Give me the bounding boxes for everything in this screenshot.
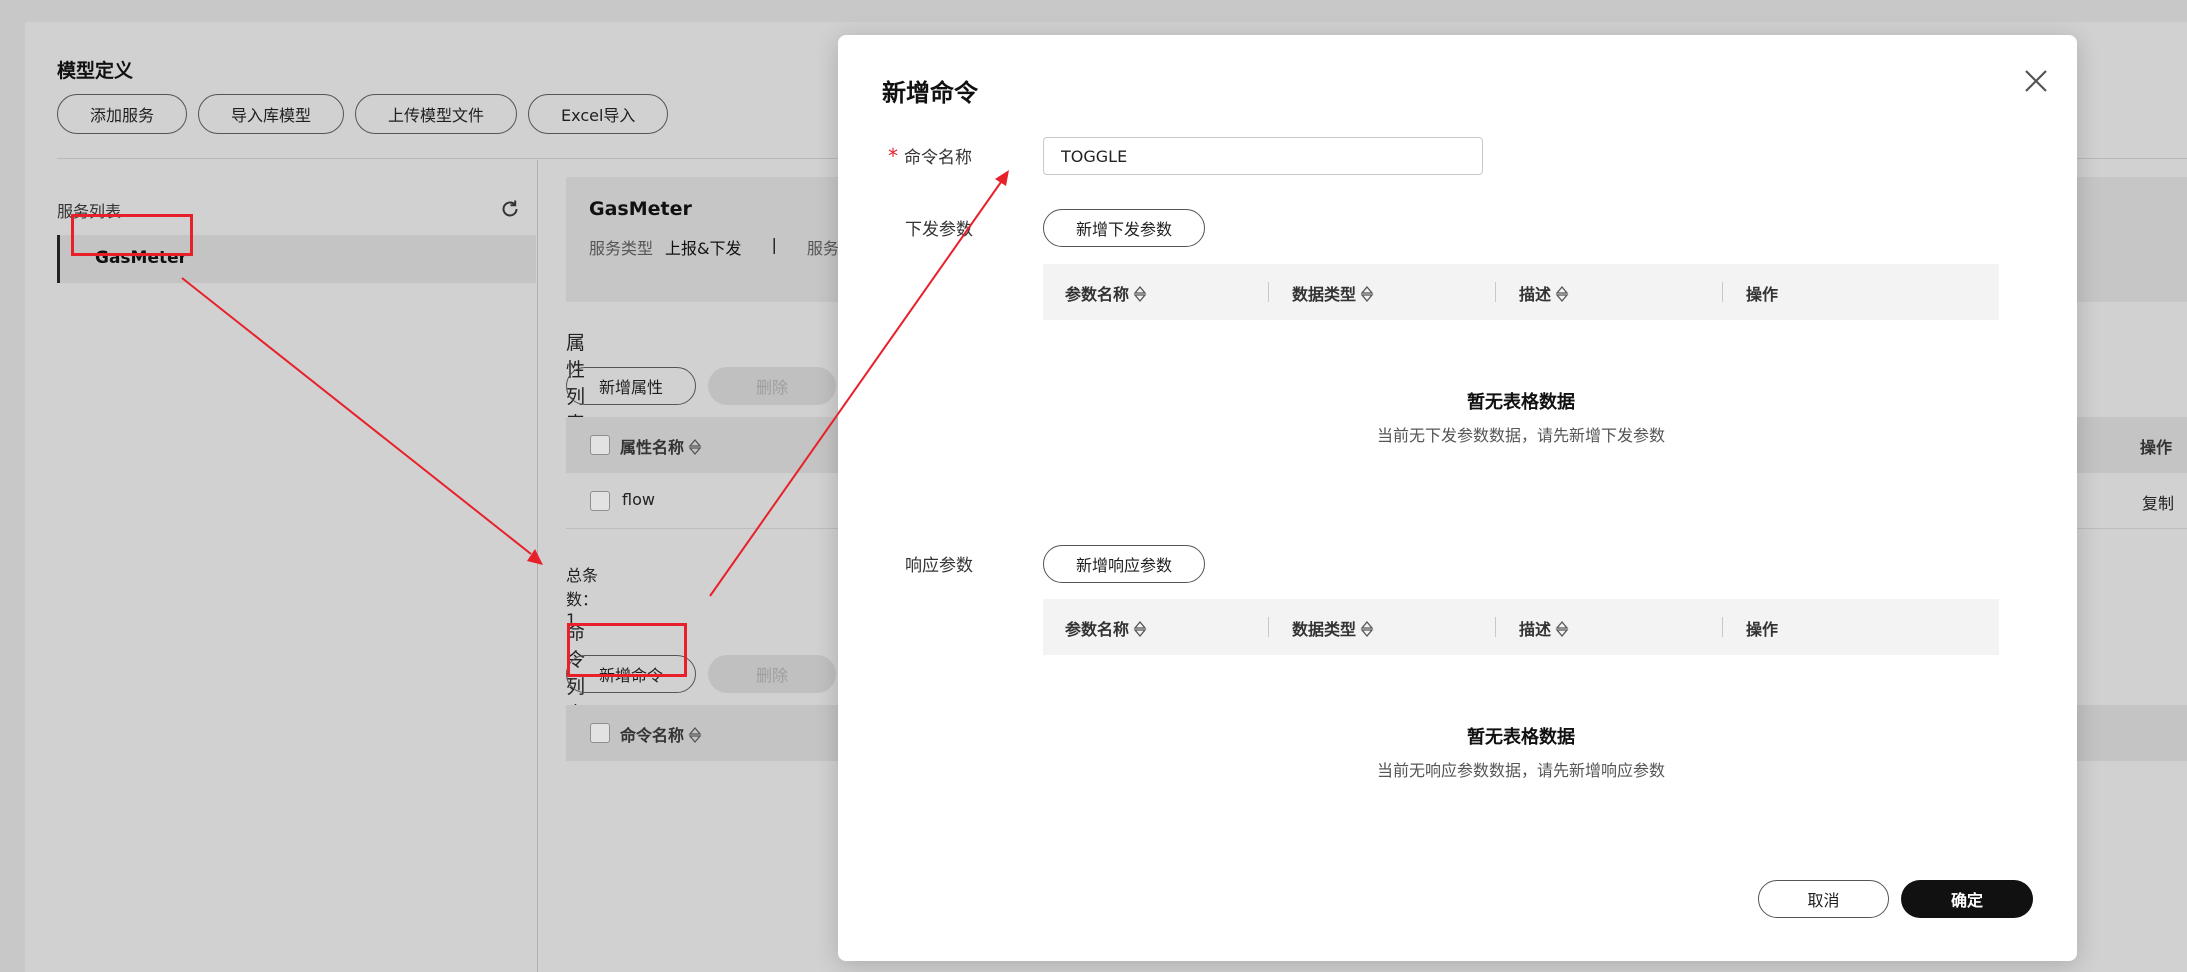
select-all-checkbox[interactable]	[590, 435, 610, 455]
property-ops-column: 操作	[2140, 438, 2173, 457]
send-empty-desc: 当前无下发参数数据，请先新增下发参数	[1376, 426, 1665, 445]
command-name-label: * 命令名称	[888, 143, 972, 168]
sort-icon[interactable]	[688, 439, 702, 455]
command-name-input[interactable]	[1043, 137, 1483, 175]
sort-icon[interactable]	[1555, 286, 1569, 302]
upload-model-file-button[interactable]: 上传模型文件	[355, 94, 518, 134]
property-name-cell: flow	[622, 490, 655, 509]
annotation-box-service	[71, 214, 193, 256]
response-params-label: 响应参数	[905, 556, 973, 576]
param-name-column[interactable]: 参数名称	[1065, 616, 1147, 640]
command-name-column[interactable]: 命令名称	[620, 722, 702, 746]
sort-icon[interactable]	[1360, 621, 1374, 637]
operation-column: 操作	[1746, 620, 1779, 639]
column-label: 数据类型	[1292, 620, 1357, 639]
send-empty-title: 暂无表格数据	[1467, 392, 1575, 413]
delete-property-button[interactable]: 删除	[708, 367, 837, 405]
response-empty-desc: 当前无响应参数数据，请先新增响应参数	[1376, 761, 1665, 780]
column-label: 参数名称	[1065, 285, 1130, 304]
sort-icon[interactable]	[1555, 621, 1569, 637]
service-list-panel: 服务列表 GasMeter	[57, 160, 536, 972]
column-label: 属性名称	[620, 438, 685, 457]
meta-separator: |	[771, 235, 777, 254]
property-name-column[interactable]: 属性名称	[620, 434, 702, 458]
add-service-button[interactable]: 添加服务	[57, 94, 188, 134]
param-name-column[interactable]: 参数名称	[1065, 281, 1147, 305]
column-label: 命令名称	[620, 726, 685, 745]
property-actions: 新增属性 删除	[566, 367, 837, 405]
column-label: 参数名称	[1065, 620, 1130, 639]
sort-icon[interactable]	[1360, 286, 1374, 302]
sort-icon[interactable]	[1133, 286, 1147, 302]
import-library-model-button[interactable]: 导入库模型	[198, 94, 345, 134]
panel-divider	[537, 160, 538, 972]
column-separator	[1495, 282, 1496, 302]
required-mark: *	[888, 144, 898, 168]
dialog-title: 新增命令	[882, 79, 978, 107]
row-checkbox[interactable]	[590, 491, 610, 511]
column-label: 数据类型	[1292, 285, 1357, 304]
service-type-value: 上报&下发	[665, 239, 742, 258]
column-separator	[1722, 282, 1723, 302]
send-params-table-header: 参数名称 数据类型 描述 操作	[1043, 264, 1999, 320]
column-separator	[1722, 617, 1723, 637]
service-name: GasMeter	[589, 198, 692, 220]
operation-column: 操作	[1746, 285, 1779, 304]
excel-import-button[interactable]: Excel导入	[528, 94, 669, 134]
page-title: 模型定义	[57, 60, 134, 82]
close-icon[interactable]	[2022, 67, 2050, 95]
confirm-button[interactable]: 确定	[1901, 880, 2033, 918]
add-send-param-button[interactable]: 新增下发参数	[1043, 209, 1206, 247]
top-toolbar: 添加服务 导入库模型 上传模型文件 Excel导入	[57, 94, 669, 134]
add-response-param-button[interactable]: 新增响应参数	[1043, 545, 1206, 583]
copy-link[interactable]: 复制	[2142, 490, 2174, 514]
description-column[interactable]: 描述	[1519, 281, 1569, 305]
delete-command-button[interactable]: 删除	[708, 655, 837, 693]
column-label: 描述	[1519, 620, 1552, 639]
label-text: 命令名称	[904, 148, 972, 168]
select-all-commands-checkbox[interactable]	[590, 723, 610, 743]
annotation-box-add-command	[567, 623, 687, 677]
column-separator	[1268, 617, 1269, 637]
cancel-button[interactable]: 取消	[1758, 880, 1889, 918]
refresh-icon[interactable]	[499, 198, 521, 220]
service-meta: 服务类型 上报&下发 | 服务描	[589, 235, 855, 259]
data-type-column[interactable]: 数据类型	[1292, 616, 1374, 640]
add-command-dialog: 新增命令 * 命令名称 下发参数 新增下发参数 参数名称 数据类型 描述 操作 暂…	[838, 35, 2077, 961]
add-property-button[interactable]: 新增属性	[566, 367, 697, 405]
data-type-column[interactable]: 数据类型	[1292, 281, 1374, 305]
column-label: 描述	[1519, 285, 1552, 304]
service-type-label: 服务类型	[589, 239, 654, 258]
response-empty-title: 暂无表格数据	[1467, 727, 1575, 748]
column-separator	[1268, 282, 1269, 302]
column-separator	[1495, 617, 1496, 637]
sort-icon[interactable]	[688, 727, 702, 743]
response-params-table-header: 参数名称 数据类型 描述 操作	[1043, 599, 1999, 655]
description-column[interactable]: 描述	[1519, 616, 1569, 640]
sort-icon[interactable]	[1133, 621, 1147, 637]
send-params-label: 下发参数	[905, 220, 973, 240]
